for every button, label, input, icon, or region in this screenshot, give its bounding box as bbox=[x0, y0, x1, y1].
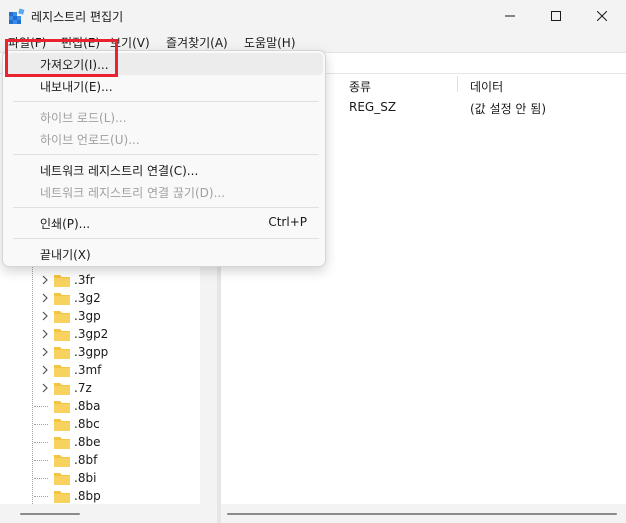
value-type-cell[interactable]: REG_SZ bbox=[349, 100, 396, 114]
folder-icon bbox=[54, 275, 70, 287]
menu-item-exit[interactable]: 끝내기(X) bbox=[7, 243, 323, 265]
chevron-right-icon[interactable] bbox=[40, 365, 50, 375]
tree-item[interactable]: .3gpp bbox=[0, 343, 200, 361]
tree-item-label: .8bf bbox=[74, 453, 98, 467]
folder-icon bbox=[54, 293, 70, 305]
tree-item[interactable]: .3gp2 bbox=[0, 325, 200, 343]
menu-item-export[interactable]: 내보내기(E)... bbox=[7, 75, 323, 97]
menu-item-connect-network-registry[interactable]: 네트워크 레지스트리 연결(C)... bbox=[7, 159, 323, 181]
tree-item-label: .8bc bbox=[74, 417, 100, 431]
scroll-thumb[interactable] bbox=[20, 513, 80, 515]
menu-item-label: 인쇄(P)... bbox=[40, 217, 91, 231]
folder-icon bbox=[54, 365, 70, 377]
tree-item[interactable]: .8bi bbox=[0, 469, 200, 487]
menu-item-label: 하이브 로드(L)... bbox=[40, 111, 127, 125]
file-menu-dropdown: 가져오기(I)... 내보내기(E)... 하이브 로드(L)... 하이브 언… bbox=[2, 50, 326, 267]
title-bar: 레지스트리 편집기 bbox=[0, 0, 626, 32]
tree-item-label: .8bp bbox=[74, 489, 101, 503]
tree-item-label: .3gpp bbox=[74, 345, 109, 359]
tree-item[interactable]: .3fr bbox=[0, 271, 200, 289]
tree-item[interactable]: .3gp bbox=[0, 307, 200, 325]
tree-item[interactable]: .3g2 bbox=[0, 289, 200, 307]
column-header-type[interactable]: 종류 bbox=[349, 78, 371, 98]
registry-editor-icon bbox=[9, 8, 25, 24]
menu-item-print[interactable]: 인쇄(P)... Ctrl+P bbox=[7, 212, 323, 234]
folder-icon bbox=[54, 473, 70, 485]
tree-item[interactable]: .8bp bbox=[0, 487, 200, 505]
chevron-right-icon[interactable] bbox=[40, 293, 50, 303]
tree-connector bbox=[34, 496, 48, 497]
menu-item-label: 네트워크 레지스트리 연결 끊기(D)... bbox=[40, 186, 226, 200]
tree-item[interactable]: .8bf bbox=[0, 451, 200, 469]
tree-connector bbox=[34, 460, 48, 461]
tree-connector bbox=[34, 424, 48, 425]
tree-item-label: .8bi bbox=[74, 471, 97, 485]
tree-item-label: .3fr bbox=[74, 273, 95, 287]
highlight-box bbox=[5, 39, 118, 77]
window-title: 레지스트리 편집기 bbox=[31, 10, 124, 24]
maximize-icon bbox=[551, 11, 561, 21]
scroll-thumb[interactable] bbox=[227, 513, 617, 515]
folder-icon bbox=[54, 455, 70, 467]
menu-item-unload-hive: 하이브 언로드(U)... bbox=[7, 128, 323, 150]
tree-item[interactable]: .8be bbox=[0, 433, 200, 451]
column-separator[interactable] bbox=[457, 76, 458, 92]
menu-item-label: 내보내기(E)... bbox=[40, 80, 113, 94]
tree-item-label: .8ba bbox=[74, 399, 101, 413]
folder-icon bbox=[54, 491, 70, 503]
menu-item-label: 끝내기(X) bbox=[40, 248, 91, 262]
column-header-data[interactable]: 데이터 bbox=[470, 78, 503, 98]
value-data-cell[interactable]: (값 설정 안 됨) bbox=[470, 100, 546, 117]
folder-icon bbox=[54, 347, 70, 359]
menu-separator bbox=[13, 101, 319, 102]
maximize-button[interactable] bbox=[533, 0, 579, 32]
tree-horizontal-scrollbar[interactable] bbox=[0, 504, 217, 523]
chevron-right-icon[interactable] bbox=[40, 275, 50, 285]
menu-separator bbox=[13, 238, 319, 239]
menu-item-disconnect-network-registry: 네트워크 레지스트리 연결 끊기(D)... bbox=[7, 181, 323, 203]
folder-icon bbox=[54, 311, 70, 323]
menu-item-shortcut: Ctrl+P bbox=[268, 215, 307, 229]
folder-icon bbox=[54, 383, 70, 395]
tree-item-label: .3g2 bbox=[74, 291, 101, 305]
menu-separator bbox=[13, 207, 319, 208]
chevron-right-icon[interactable] bbox=[40, 383, 50, 393]
tree-item[interactable]: .8bc bbox=[0, 415, 200, 433]
chevron-right-icon[interactable] bbox=[40, 311, 50, 321]
tree-item[interactable]: .7z bbox=[0, 379, 200, 397]
folder-icon bbox=[54, 437, 70, 449]
menu-item-label: 네트워크 레지스트리 연결(C)... bbox=[40, 164, 199, 178]
tree-item-label: .8be bbox=[74, 435, 101, 449]
tree-item-label: .3gp2 bbox=[74, 327, 109, 341]
value-horizontal-scrollbar[interactable] bbox=[221, 504, 626, 523]
menu-item-load-hive: 하이브 로드(L)... bbox=[7, 106, 323, 128]
tree-item-label: .7z bbox=[74, 381, 92, 395]
tree-connector bbox=[34, 478, 48, 479]
tree-connector bbox=[34, 442, 48, 443]
minimize-button[interactable] bbox=[487, 0, 533, 32]
tree-connector bbox=[34, 406, 48, 407]
tree-item-label: .3gp bbox=[74, 309, 101, 323]
tree-item[interactable]: .8ba bbox=[0, 397, 200, 415]
menu-favorites[interactable]: 즐겨찾기(A) bbox=[166, 34, 228, 51]
close-icon bbox=[597, 11, 607, 21]
folder-icon bbox=[54, 419, 70, 431]
tree-item[interactable]: .3mf bbox=[0, 361, 200, 379]
close-button[interactable] bbox=[579, 0, 625, 32]
minimize-icon bbox=[505, 15, 515, 17]
chevron-right-icon[interactable] bbox=[40, 329, 50, 339]
tree-item-label: .3mf bbox=[74, 363, 102, 377]
chevron-right-icon[interactable] bbox=[40, 347, 50, 357]
folder-icon bbox=[54, 401, 70, 413]
menu-separator bbox=[13, 154, 319, 155]
folder-icon bbox=[54, 329, 70, 341]
menu-help[interactable]: 도움말(H) bbox=[244, 34, 296, 51]
menu-item-label: 하이브 언로드(U)... bbox=[40, 133, 140, 147]
